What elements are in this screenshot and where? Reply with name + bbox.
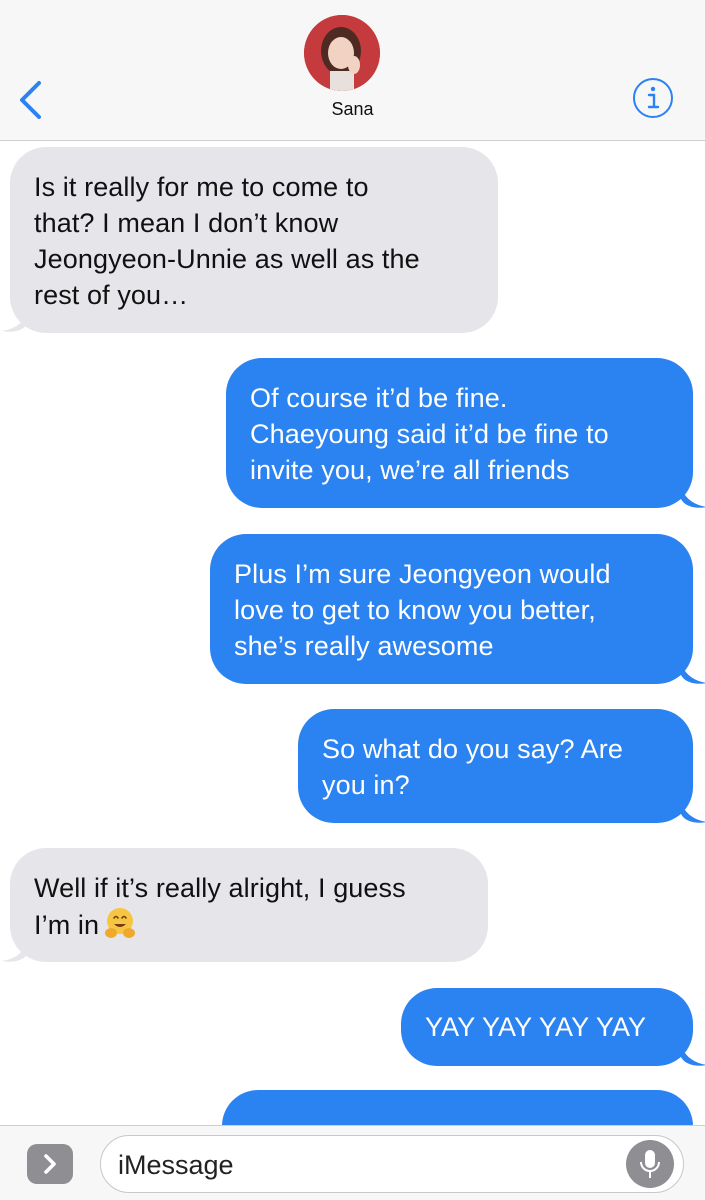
message-line: Well if it’s really alright, I guess [34, 873, 406, 903]
contact-avatar[interactable] [304, 15, 380, 91]
message-line: Chaeyoung said it’d be fine to [250, 419, 609, 449]
message-line: Of course it’d be fine. [250, 383, 508, 413]
contact-name[interactable]: Sana [0, 99, 705, 120]
message-line: So what do you say? Are [322, 734, 623, 764]
outgoing-message[interactable]: YAY YAY YAY YAY [401, 988, 693, 1066]
message-line-with-emoji: I’m in [34, 906, 464, 943]
outgoing-message[interactable]: Of course it’d be fine. Chaeyoung said i… [226, 358, 693, 508]
dictation-button[interactable] [626, 1140, 674, 1188]
message-line: you in? [322, 770, 410, 800]
message-line: she’s really awesome [234, 631, 494, 661]
expand-apps-button[interactable] [27, 1144, 73, 1184]
info-icon [633, 78, 673, 118]
incoming-message[interactable]: Well if it’s really alright, I guess I’m… [10, 848, 488, 962]
bubble-tail [2, 309, 28, 332]
message-line: love to get to know you better, [234, 595, 596, 625]
message-line: that? I mean I don’t know [34, 208, 339, 238]
bubble-tail [681, 485, 705, 508]
conversation-header: Sana [0, 0, 705, 141]
message-list[interactable]: Is it really for me to come to that? I m… [0, 141, 705, 1125]
message-line: rest of you… [34, 280, 189, 310]
info-button[interactable] [631, 76, 675, 120]
hugging-face-emoji-icon [105, 908, 136, 938]
message-field[interactable] [100, 1135, 684, 1193]
message-line: Is it really for me to come to [34, 172, 369, 202]
avatar-photo [304, 15, 380, 91]
microphone-icon [640, 1150, 660, 1178]
message-line: Plus I’m sure Jeongyeon would [234, 559, 611, 589]
bubble-tail [2, 939, 28, 962]
outgoing-message[interactable]: Plus I’m sure Jeongyeon would love to ge… [210, 534, 693, 684]
outgoing-message[interactable]: So what do you say? Are you in? [298, 709, 693, 823]
bubble-tail [681, 1043, 705, 1066]
message-line: YAY YAY YAY YAY [425, 1012, 647, 1042]
message-line: Jeongyeon-Unnie as well as the [34, 244, 420, 274]
message-input[interactable] [118, 1146, 608, 1184]
message-line: invite you, we’re all friends [250, 455, 570, 485]
bubble-tail [681, 800, 705, 823]
bubble-tail [681, 661, 705, 684]
outgoing-message-partial[interactable] [222, 1090, 693, 1125]
message-line: I’m in [34, 910, 100, 940]
compose-bar [0, 1125, 705, 1200]
chevron-right-icon [44, 1154, 56, 1174]
incoming-message[interactable]: Is it really for me to come to that? I m… [10, 147, 498, 333]
